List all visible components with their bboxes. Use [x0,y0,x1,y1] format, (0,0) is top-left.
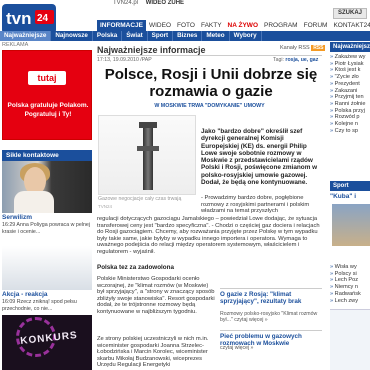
subnav-item-informacje[interactable]: INFORMACJE [97,20,146,31]
tags-links[interactable]: rosja, ue, gaz [285,57,318,63]
sidebar-link[interactable]: Wisła wy [330,264,370,271]
topbar-link[interactable]: ZUHE [168,0,184,6]
video-thumbnail[interactable] [2,161,92,213]
topbar-link[interactable]: TVN24.pl [113,0,138,6]
sidebar-link[interactable]: Lech Poz [330,277,370,284]
sidebar-link[interactable]: Przyjmij ten [330,94,370,101]
sidebar-list: Zakażew wy Piotr Łysiak Ktoś jest k "Życ… [330,54,370,134]
sidebar-link[interactable]: Ktoś jest k [330,67,370,74]
article-paragraph: regulacji dotyczących gazociągu Jamalski… [97,216,320,255]
sidebar-link[interactable]: "Życie zło [330,74,370,81]
svg-text:24: 24 [37,13,49,24]
sidebar-link[interactable]: Polska przyj [330,108,370,115]
article-tags: Tagi: rosja, ue, gaz [273,57,318,63]
sport-headline[interactable]: "Kuba" i [330,193,356,200]
rss-link[interactable]: Kanały RSS RSS [280,45,326,51]
article-subheading: Polska tez za zadowolona [97,264,174,271]
sidebar-link[interactable]: Zakazani [330,88,370,95]
subnav-item-na-zywo[interactable]: NA ŻYWO [225,20,261,31]
sport-thumbnail[interactable] [332,204,370,246]
sidebar-box [330,309,370,370]
video-thumbnail[interactable] [2,246,92,290]
article-paragraph: - Prowadzimy bardzo dobre, pogłębione ro… [201,195,310,215]
nav-item-wybory[interactable]: Wybory [230,31,262,41]
sidebar-list: Wisła wy Polscy si Lech Poz Niemcy n Rad… [330,264,370,304]
subnav-item-program[interactable]: PROGRAM [261,20,301,31]
nav-item-sport[interactable]: Sport [148,31,174,41]
related-article-link[interactable]: czytaj więcej » [220,345,320,351]
top-links: TVN24.pl WIDEO ZUHE [113,0,184,9]
main-navigation: Najważniejsze Najnowsze Polska Świat Spo… [0,31,370,41]
article-photo[interactable] [98,115,196,195]
search-button[interactable]: SZUKAJ [333,8,367,19]
ad-label: REKLAMA [2,42,29,48]
subnav-item-wideo[interactable]: WIDEO [146,20,174,31]
sidebar-link[interactable]: Kolejne n [330,121,370,128]
gas-pipe-graphic [143,124,153,190]
article-paragraph: Polskie Ministerstwo Gospodarki ocenło w… [97,276,215,315]
gas-pipe-graphic [137,146,159,151]
nav-item-najwazniejsze[interactable]: Najważniejsze [0,31,52,41]
page: tvn 24 TVN24.pl WIDEO ZUHE SZUKAJ INFORM… [0,0,370,370]
subnav-item-forum[interactable]: FORUM [301,20,331,31]
nav-item-meteo[interactable]: Meteo [202,31,230,41]
article-lead: Jako "bardzo dobre" określił szef dyrekc… [201,128,318,187]
nav-item-najnowsze[interactable]: Najnowsze [51,31,93,41]
subnav-item-fakty[interactable]: FAKTY [198,20,225,31]
thumbnail-body [14,191,54,213]
promo-text: Polska gratuluje Polakom. Pogratuluj i T… [7,102,89,118]
sidebar-header: Najważniejsze [330,42,370,52]
sidebar-header: Sport [330,181,370,191]
photo-credit: TVN24 [98,204,113,209]
sidebar-link[interactable]: Polscy si [330,271,370,278]
article-kicker: W MOSKWIE TRWA "DOMYKANIE" UMOWY [154,103,265,109]
section-header: Sikle kontaktowe [2,150,92,161]
svg-text:tvn: tvn [6,9,32,28]
sidebar-link[interactable]: Zakażew wy [330,54,370,61]
promo-banner[interactable]: tutaj Polska gratuluje Polakom. Pogratul… [2,50,92,140]
article-timestamp: 17:13, 19.09.2010 /PAP [97,57,152,63]
photo-caption: Gazowe negocjacje cały czas trwają [98,196,182,202]
tags-label: Tagi: [273,57,284,63]
promo-button[interactable]: tutaj [28,71,66,85]
sidebar-link[interactable]: Rozwód p [330,114,370,121]
sidebar-link[interactable]: Lech zwy [330,298,370,305]
sidebar-link[interactable]: Ranni żołnie [330,101,370,108]
sidebar-link[interactable]: Niemcy n [330,284,370,291]
video-description: 16:29 Anna Poliyga powraca w pelnej kras… [2,222,91,235]
article-paragraph: Ze strony polskiej uczestniczyli w nich … [97,336,209,369]
nav-item-biznes[interactable]: Biznes [173,31,203,41]
gas-pipe-graphic [139,122,157,128]
sidebar-link[interactable]: Piotr Łysiak [330,61,370,68]
nav-item-polska[interactable]: Polska [93,31,123,41]
contest-banner[interactable]: KONKURS [2,315,92,370]
rss-badge: RSS [311,45,326,51]
video-title[interactable]: Akcja - reakcja [2,291,92,298]
sidebar-link[interactable]: Prezydent [330,81,370,88]
video-description: 16:09 Rzecz znikną! spod pełsu przechodn… [2,299,77,312]
video-title[interactable]: Serwilizm [2,214,92,221]
sidebar-link[interactable]: Radwańsk [330,291,370,298]
nav-item-swiat[interactable]: Świat [122,31,148,41]
topbar-link[interactable]: WIDEO [146,0,166,6]
sub-navigation: INFORMACJE WIDEO FOTO FAKTY NA ŻYWO PROG… [97,20,370,31]
related-article-link[interactable]: Rozmowy polsko-rosyjsko "Klimat rozmów b… [220,311,320,323]
related-article-title[interactable]: O gazie z Rosją: "klimat sprzyjający", r… [220,288,322,306]
subnav-item-foto[interactable]: FOTO [174,20,198,31]
article-headline: Polsce, Rosji i Unii dobrze się rozmawia… [104,66,318,100]
sidebar-link[interactable]: Czy to sp [330,128,370,135]
subnav-item-kontakt24[interactable]: KONTAKT24 [330,20,370,31]
rss-label: Kanały RSS [280,45,310,51]
